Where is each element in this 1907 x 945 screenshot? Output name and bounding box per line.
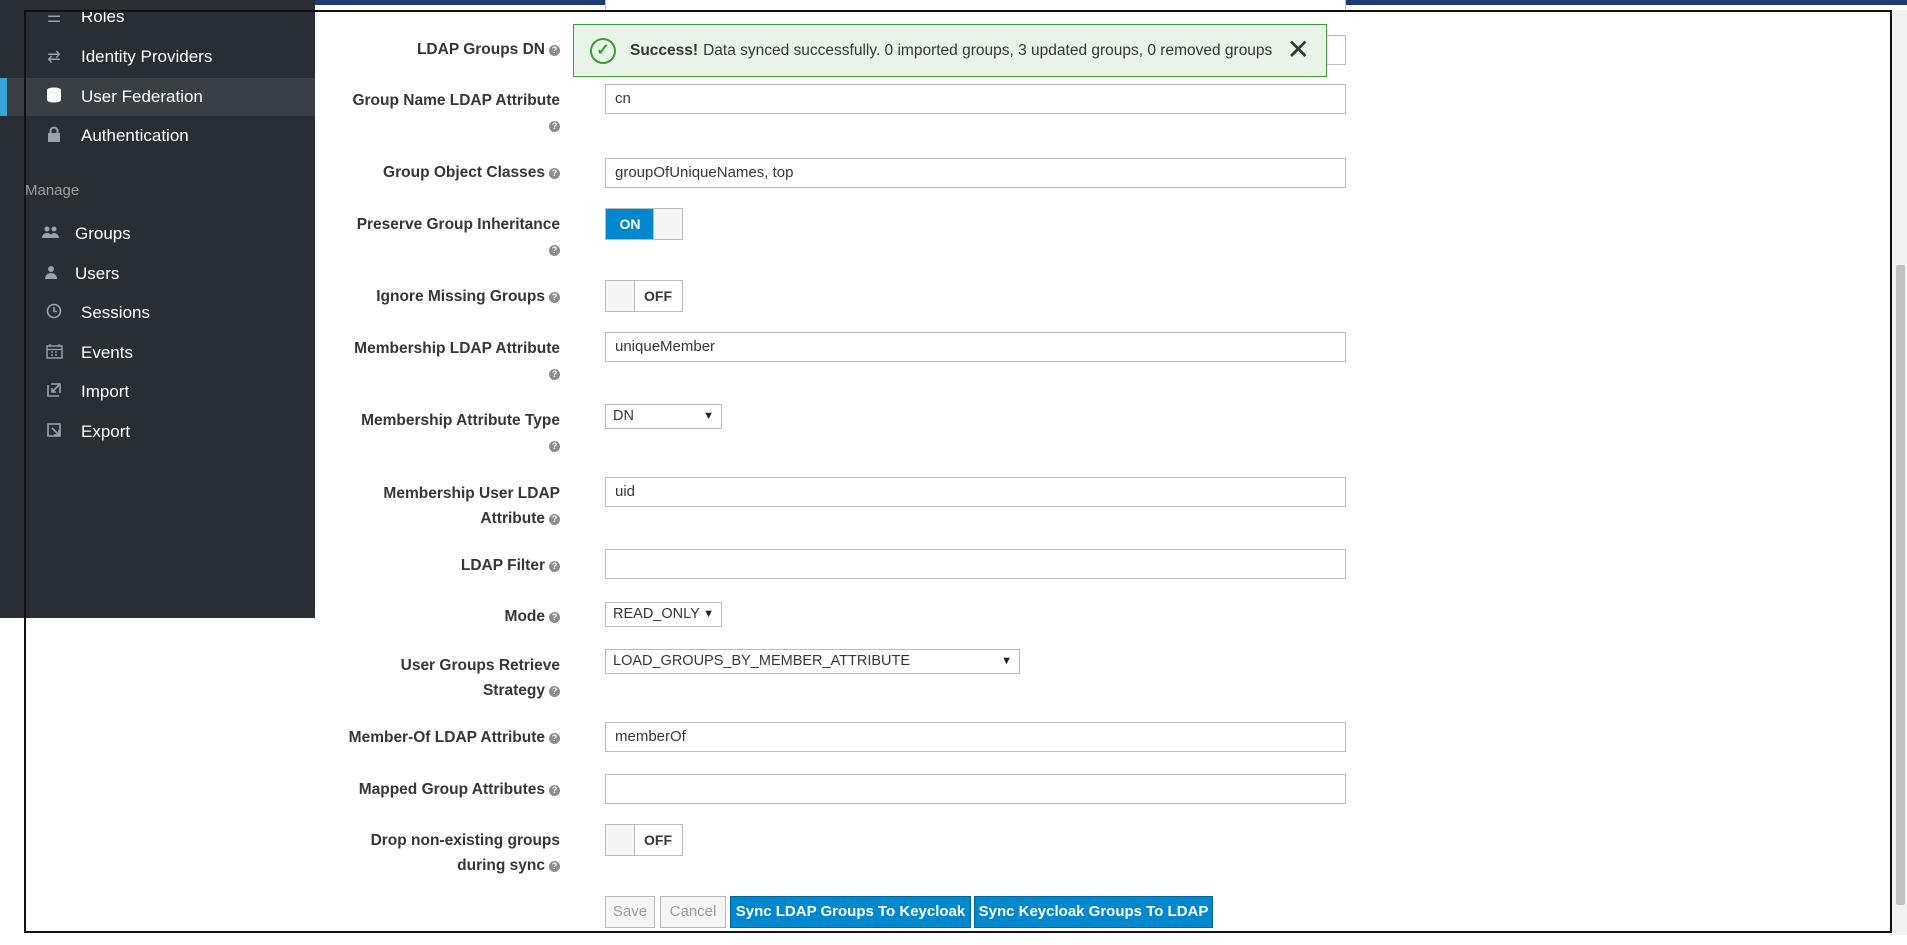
sidebar: ☰ Roles ⇄ Identity Providers User Federa…: [0, 0, 315, 618]
mode-label: Mode?: [330, 604, 560, 629]
sidebar-item-identity-providers[interactable]: ⇄ Identity Providers: [0, 38, 315, 76]
toggle-off-label: OFF: [644, 288, 672, 304]
sidebar-item-label: Users: [75, 264, 120, 283]
drop-nonexisting-toggle[interactable]: OFF: [605, 824, 683, 856]
sidebar-section-manage: Manage: [25, 182, 80, 199]
help-icon[interactable]: ?: [549, 369, 560, 380]
sidebar-item-label: Events: [81, 343, 133, 362]
clock-icon: [43, 303, 65, 324]
check-circle-icon: ✓: [590, 37, 616, 64]
sidebar-item-authentication[interactable]: Authentication: [0, 117, 315, 155]
roles-icon: ☰: [46, 9, 62, 26]
mapped-group-attrs-input[interactable]: [605, 774, 1346, 804]
sidebar-item-label: User Federation: [81, 87, 203, 106]
help-icon[interactable]: ?: [549, 245, 560, 256]
sidebar-item-sessions[interactable]: Sessions: [0, 294, 315, 332]
caret-down-icon: ▼: [703, 410, 714, 422]
scrollbar[interactable]: [1891, 10, 1907, 935]
sidebar-item-roles[interactable]: ☰ Roles: [0, 0, 315, 36]
help-icon[interactable]: ?: [549, 785, 560, 796]
toggle-knob: [606, 281, 635, 311]
database-icon: [43, 86, 65, 109]
drop-nonexisting-label: Drop non-existing groups during sync?: [370, 832, 560, 874]
help-icon[interactable]: ?: [549, 441, 560, 452]
preserve-inheritance-label: Preserve Group Inheritance?: [356, 216, 560, 256]
sidebar-item-groups[interactable]: Groups: [0, 215, 315, 253]
toggle-knob: [606, 825, 635, 855]
group-object-classes-input[interactable]: groupOfUniqueNames, top: [605, 158, 1346, 188]
mapped-group-attrs-label: Mapped Group Attributes?: [330, 777, 560, 802]
group-name-attr-input[interactable]: cn: [605, 84, 1346, 114]
group-object-classes-label: Group Object Classes?: [330, 160, 560, 185]
help-icon[interactable]: ?: [549, 514, 560, 525]
help-icon[interactable]: ?: [549, 686, 560, 697]
select-value: READ_ONLY: [613, 606, 700, 622]
exchange-icon: ⇄: [47, 49, 61, 66]
group-type-field-partial[interactable]: [605, 0, 1346, 12]
help-icon[interactable]: ?: [549, 612, 560, 623]
scrollbar-thumb[interactable]: [1896, 265, 1905, 905]
help-icon[interactable]: ?: [549, 45, 560, 56]
sidebar-item-label: Import: [81, 382, 130, 401]
user-icon: [40, 265, 62, 284]
import-icon: [43, 382, 65, 403]
retrieve-strategy-label: User Groups Retrieve Strategy?: [400, 657, 560, 699]
help-icon[interactable]: ?: [549, 561, 560, 572]
help-icon[interactable]: ?: [549, 861, 560, 872]
sidebar-item-label: Authentication: [81, 126, 189, 145]
retrieve-strategy-select[interactable]: LOAD_GROUPS_BY_MEMBER_ATTRIBUTE ▼: [605, 649, 1020, 674]
ldap-filter-label: LDAP Filter?: [330, 553, 560, 578]
lock-icon: [43, 126, 65, 147]
caret-down-icon: ▼: [1001, 655, 1012, 667]
sidebar-item-export[interactable]: Export: [0, 413, 315, 451]
close-icon[interactable]: ✕: [1287, 35, 1310, 65]
membership-attr-input[interactable]: uniqueMember: [605, 332, 1346, 362]
calendar-icon: [43, 343, 65, 364]
select-value: DN: [613, 408, 634, 424]
groups-icon: [40, 225, 62, 244]
select-value: LOAD_GROUPS_BY_MEMBER_ATTRIBUTE: [613, 653, 911, 669]
ignore-missing-toggle[interactable]: OFF: [605, 280, 683, 312]
sync-keycloak-to-ldap-button[interactable]: Sync Keycloak Groups To LDAP: [974, 896, 1213, 928]
ignore-missing-label: Ignore Missing Groups?: [330, 284, 560, 309]
toggle-knob: [653, 209, 682, 239]
sidebar-item-label: Roles: [81, 7, 125, 26]
toggle-off-label: OFF: [644, 832, 672, 848]
ldap-groups-dn-label: LDAP Groups DN?: [330, 37, 560, 62]
export-icon: [43, 422, 65, 443]
sidebar-item-import[interactable]: Import: [0, 373, 315, 411]
caret-down-icon: ▼: [703, 608, 714, 620]
save-button[interactable]: Save: [605, 896, 655, 928]
cancel-button[interactable]: Cancel: [660, 896, 726, 928]
alert-message: Data synced successfully. 0 imported gro…: [703, 41, 1273, 59]
success-alert: ✓ Success! Data synced successfully. 0 i…: [573, 24, 1327, 77]
sidebar-item-user-federation[interactable]: User Federation: [0, 78, 315, 116]
sidebar-item-label: Sessions: [81, 303, 150, 322]
sidebar-item-events[interactable]: Events: [0, 334, 315, 372]
membership-user-attr-label: Membership User LDAP Attribute?: [383, 485, 560, 527]
help-icon[interactable]: ?: [549, 168, 560, 179]
membership-type-label: Membership Attribute Type?: [361, 412, 560, 452]
alert-title: Success!: [630, 41, 699, 59]
help-icon[interactable]: ?: [549, 121, 560, 132]
help-icon[interactable]: ?: [549, 733, 560, 744]
sync-ldap-to-keycloak-button[interactable]: Sync LDAP Groups To Keycloak: [730, 896, 971, 928]
toggle-on-label: ON: [606, 209, 654, 239]
sidebar-item-users[interactable]: Users: [0, 255, 315, 293]
member-of-attr-input[interactable]: memberOf: [605, 722, 1346, 752]
member-of-attr-label: Member-Of LDAP Attribute?: [330, 725, 560, 750]
ldap-filter-input[interactable]: [605, 549, 1346, 579]
mode-select[interactable]: READ_ONLY ▼: [605, 602, 722, 627]
membership-attr-label: Membership LDAP Attribute?: [354, 340, 560, 380]
membership-type-select[interactable]: DN ▼: [605, 404, 722, 429]
sidebar-item-label: Groups: [75, 224, 131, 243]
membership-user-attr-input[interactable]: uid: [605, 477, 1346, 507]
help-icon[interactable]: ?: [549, 292, 560, 303]
sidebar-item-label: Identity Providers: [81, 47, 213, 66]
group-name-attr-label: Group Name LDAP Attribute?: [352, 92, 560, 132]
sidebar-item-label: Export: [81, 422, 131, 441]
preserve-inheritance-toggle[interactable]: ON: [605, 208, 683, 240]
